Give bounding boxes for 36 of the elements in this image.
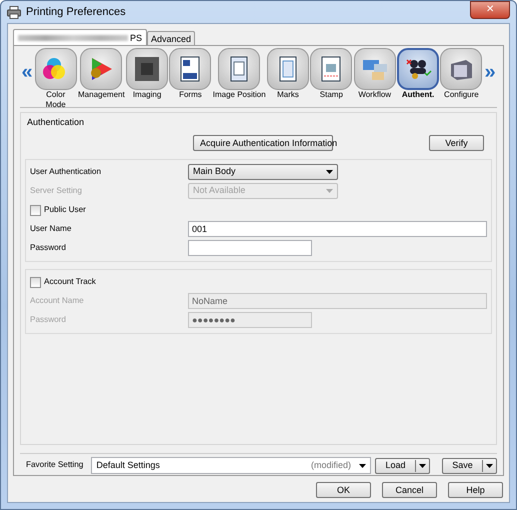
caret-icon bbox=[359, 464, 366, 468]
scroll-right-button[interactable]: » bbox=[483, 62, 498, 82]
cancel-button[interactable]: Cancel bbox=[382, 482, 437, 498]
caret-icon bbox=[419, 464, 426, 468]
tab[interactable]: PS bbox=[13, 29, 148, 45]
input-field: NoName bbox=[188, 293, 487, 309]
ok-button[interactable]: OK bbox=[316, 482, 371, 498]
caret-icon bbox=[326, 170, 333, 174]
tab[interactable]: Advanced bbox=[147, 31, 196, 45]
field-label: Account Name bbox=[30, 294, 85, 307]
favorite-label: Favorite Setting bbox=[26, 459, 84, 472]
dropdown: Not Available bbox=[188, 183, 338, 199]
window-title: Printing Preferences bbox=[26, 4, 126, 20]
save-button[interactable]: Save bbox=[442, 458, 497, 474]
help-button[interactable]: Help bbox=[448, 482, 503, 498]
input-field: ●●●●●●●● bbox=[188, 312, 312, 328]
field-label: Password bbox=[30, 314, 67, 326]
favorite-dropdown[interactable]: Default Settings (modified) bbox=[91, 457, 371, 474]
verify-button[interactable]: Verify bbox=[429, 134, 484, 150]
field-label: Server Setting bbox=[30, 184, 83, 197]
checkbox-label: Account Track bbox=[44, 276, 96, 288]
caret-icon bbox=[486, 464, 493, 468]
caret-icon bbox=[326, 189, 333, 193]
checkbox[interactable] bbox=[30, 276, 41, 288]
section-title: Authentication bbox=[27, 116, 86, 129]
printer-icon bbox=[7, 6, 21, 18]
checkbox-label: Public User bbox=[44, 204, 86, 216]
scroll-left-button[interactable]: « bbox=[20, 62, 34, 82]
dropdown[interactable]: Main Body bbox=[188, 164, 338, 180]
input-field[interactable] bbox=[188, 240, 312, 256]
input-field[interactable]: 001 bbox=[188, 221, 487, 237]
load-button[interactable]: Load bbox=[375, 458, 430, 474]
field-label: User Authentication bbox=[30, 166, 102, 178]
field-label: Password bbox=[30, 242, 67, 254]
field-label: User Name bbox=[30, 222, 72, 235]
checkbox[interactable] bbox=[30, 204, 41, 216]
